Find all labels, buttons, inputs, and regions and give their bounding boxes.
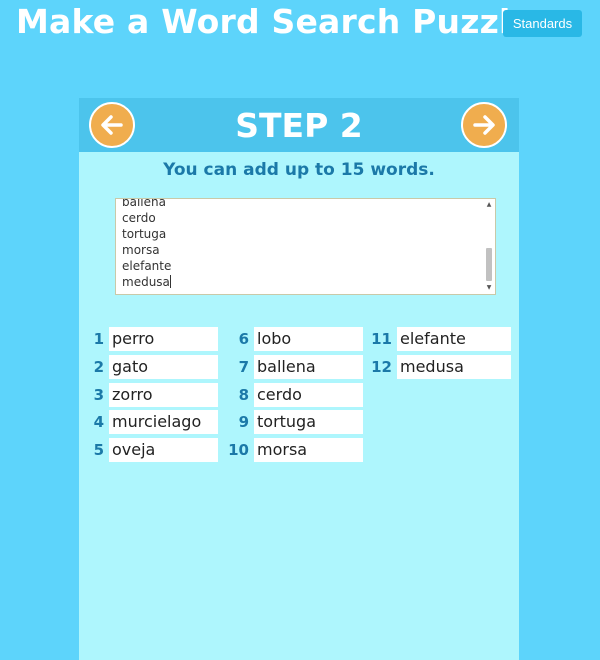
word-limit-hint: You can add up to 15 words. — [163, 160, 435, 180]
word-number: 9 — [238, 413, 249, 431]
word-list-textarea[interactable]: ballena cerdo tortuga morsa elefante med… — [115, 198, 496, 295]
word-number: 10 — [228, 441, 249, 459]
word-field[interactable]: tortuga — [254, 410, 363, 434]
word-row: 2 gato — [79, 355, 218, 379]
scroll-down-icon[interactable]: ▼ — [484, 283, 494, 293]
word-row: 3 zorro — [79, 383, 218, 407]
word-field[interactable]: medusa — [397, 355, 511, 379]
word-number: 12 — [371, 358, 392, 376]
textarea-scrollbar[interactable]: ▲ ▼ — [484, 200, 494, 293]
word-field[interactable]: murcielago — [109, 410, 218, 434]
step-title: STEP 2 — [235, 105, 363, 145]
word-row: 5 oveja — [79, 438, 218, 462]
word-field[interactable]: cerdo — [254, 383, 363, 407]
word-number: 4 — [93, 413, 104, 431]
scroll-thumb[interactable] — [486, 248, 492, 281]
textarea-line: morsa — [122, 243, 160, 257]
word-number: 5 — [93, 441, 104, 459]
word-row: 6 lobo — [224, 327, 363, 351]
word-field[interactable]: oveja — [109, 438, 218, 462]
page-title: Make a Word Search Puzzle — [16, 2, 534, 41]
word-field[interactable]: gato — [109, 355, 218, 379]
standards-button[interactable]: Standards — [503, 10, 582, 37]
word-number: 2 — [93, 358, 104, 376]
word-number: 6 — [238, 330, 249, 348]
textarea-line: medusa — [122, 275, 170, 289]
word-row: 7 ballena — [224, 355, 363, 379]
word-field[interactable]: morsa — [254, 438, 363, 462]
arrow-left-icon — [101, 115, 123, 135]
word-field[interactable]: lobo — [254, 327, 363, 351]
textarea-line: elefante — [122, 259, 172, 273]
word-row: 12 medusa — [367, 355, 511, 379]
scroll-up-icon[interactable]: ▲ — [484, 200, 494, 210]
arrow-right-icon — [473, 115, 495, 135]
word-number: 3 — [93, 386, 104, 404]
word-number: 1 — [93, 330, 104, 348]
text-caret — [169, 275, 171, 288]
step-header: STEP 2 — [79, 98, 519, 152]
word-number: 11 — [371, 330, 392, 348]
word-row: 8 cerdo — [224, 383, 363, 407]
word-field[interactable]: elefante — [397, 327, 511, 351]
textarea-line: tortuga — [122, 227, 167, 241]
step-panel: STEP 2 You can add up to 15 words. balle… — [79, 98, 519, 660]
next-step-button[interactable] — [461, 102, 507, 148]
word-number: 7 — [238, 358, 249, 376]
word-field[interactable]: zorro — [109, 383, 218, 407]
word-number: 8 — [238, 386, 249, 404]
word-field[interactable]: ballena — [254, 355, 363, 379]
word-field[interactable]: perro — [109, 327, 218, 351]
word-row: 9 tortuga — [224, 410, 363, 434]
previous-step-button[interactable] — [89, 102, 135, 148]
word-row: 10 morsa — [224, 438, 363, 462]
word-row: 1 perro — [79, 327, 218, 351]
word-row: 4 murcielago — [79, 410, 218, 434]
textarea-line: ballena — [122, 198, 166, 209]
textarea-content: ballena cerdo tortuga morsa elefante med… — [122, 198, 172, 290]
textarea-line: cerdo — [122, 211, 156, 225]
word-row: 11 elefante — [367, 327, 511, 351]
